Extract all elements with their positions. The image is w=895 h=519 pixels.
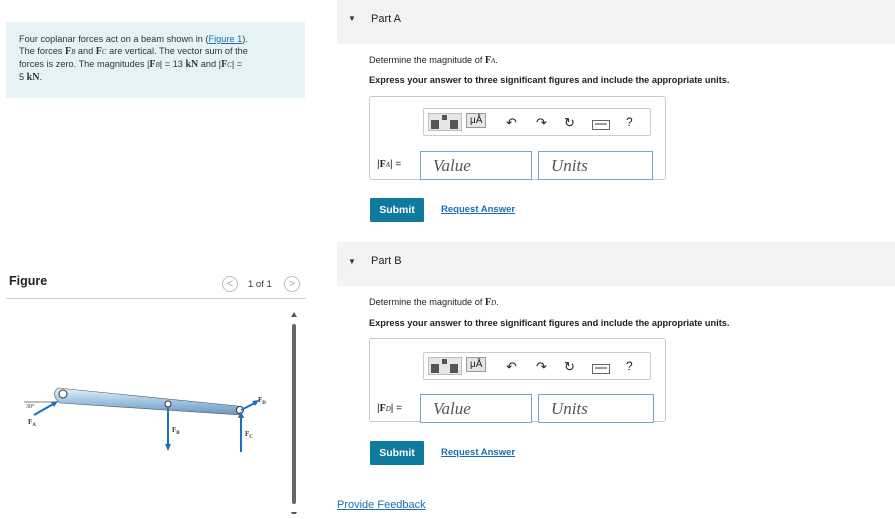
label-fb: FB (172, 426, 180, 436)
figure-link[interactable]: Figure 1 (208, 34, 242, 44)
part-b-submit-button[interactable]: Submit (370, 441, 424, 465)
angle-label: 30° (26, 403, 35, 410)
chevron-right-icon: > (288, 278, 296, 290)
pin-a-icon (58, 389, 68, 399)
next-figure-button[interactable]: > (284, 276, 300, 292)
template-icon[interactable] (427, 112, 463, 134)
template-icon[interactable] (427, 356, 463, 378)
scrollbar-thumb[interactable] (292, 324, 296, 504)
figure-title: Figure (9, 274, 48, 288)
scroll-up-icon[interactable] (291, 312, 297, 317)
units-symbol-button[interactable]: μÅ (466, 113, 487, 128)
units-symbol-button[interactable]: μÅ (466, 357, 487, 372)
undo-icon[interactable]: ↶ (506, 359, 517, 375)
part-b-input-label: |FD| = (377, 403, 402, 414)
part-a-header[interactable] (337, 0, 895, 44)
figure-pager: 1 of 1 (248, 279, 272, 290)
part-b-header[interactable] (337, 242, 895, 286)
keyboard-icon[interactable] (592, 362, 610, 377)
part-b-instruction: Express your answer to three significant… (369, 318, 730, 328)
scroll-down-icon[interactable] (291, 512, 297, 514)
problem-statement: Four coplanar forces act on a beam shown… (19, 34, 248, 83)
provide-feedback-link[interactable]: Provide Feedback (337, 499, 426, 511)
part-b-toolbar: μÅ ↶ ↷ ↻ ? (423, 352, 651, 380)
help-icon[interactable]: ? (626, 115, 633, 129)
reset-icon[interactable]: ↻ (564, 115, 575, 131)
label-fc: FC (245, 430, 253, 440)
redo-icon[interactable]: ↷ (536, 359, 547, 375)
pin-b-icon (164, 400, 172, 408)
part-a-title[interactable]: Part A (371, 13, 401, 25)
keyboard-icon[interactable] (592, 118, 610, 133)
part-a-request-answer[interactable]: Request Answer (441, 204, 515, 215)
part-a-toolbar: μÅ ↶ ↷ ↻ ? (423, 108, 651, 136)
beam (54, 387, 243, 416)
figure-divider (6, 298, 306, 299)
caret-down-icon[interactable]: ▼ (348, 257, 356, 266)
label-fd: FD (258, 396, 266, 406)
redo-icon[interactable]: ↷ (536, 115, 547, 131)
force-fa-arrow (33, 402, 56, 416)
label-fa: FA (28, 418, 36, 428)
chevron-left-icon: < (226, 278, 234, 290)
part-a-submit-button[interactable]: Submit (370, 198, 424, 222)
beam-figure: 30° FA FB FC FD (24, 387, 266, 452)
caret-down-icon[interactable]: ▼ (348, 14, 356, 23)
help-icon[interactable]: ? (626, 359, 633, 373)
prev-figure-button[interactable]: < (222, 276, 238, 292)
undo-icon[interactable]: ↶ (506, 115, 517, 131)
part-b-units-input[interactable]: Units (538, 394, 654, 423)
part-b-title[interactable]: Part B (371, 255, 402, 267)
part-a-input-label: |FA| = (377, 159, 402, 170)
force-fb-arrowhead (165, 444, 171, 451)
part-a-value-input[interactable]: Value (420, 151, 532, 180)
figure-scrollbar[interactable] (291, 312, 297, 514)
part-a-question: Determine the magnitude of FA. (369, 55, 498, 66)
part-a-instruction: Express your answer to three significant… (369, 75, 730, 85)
reset-icon[interactable]: ↻ (564, 359, 575, 375)
part-b-request-answer[interactable]: Request Answer (441, 447, 515, 458)
part-b-question: Determine the magnitude of FD. (369, 297, 499, 308)
part-a-units-input[interactable]: Units (538, 151, 653, 180)
part-b-value-input[interactable]: Value (420, 394, 532, 423)
